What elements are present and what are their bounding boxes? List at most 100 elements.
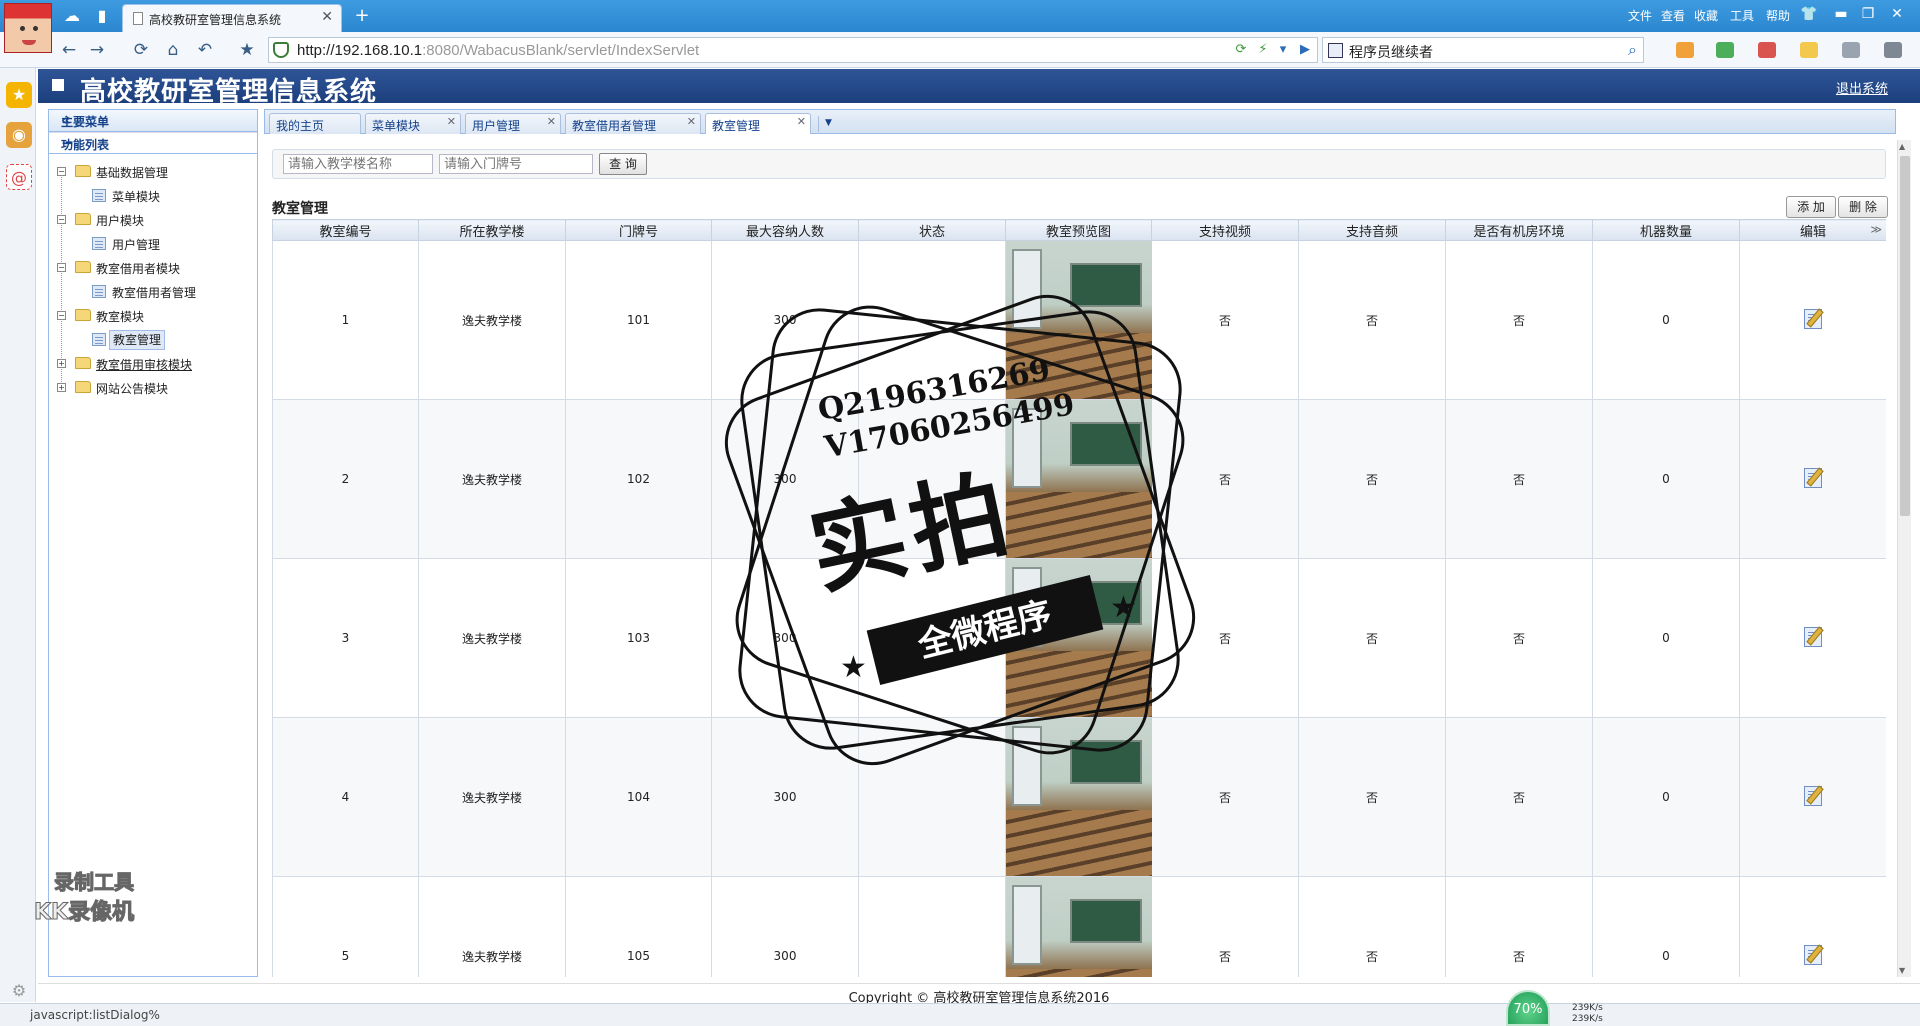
column-header[interactable]: 最大容纳人数 bbox=[711, 219, 859, 241]
apps-icon[interactable] bbox=[1676, 42, 1694, 58]
tree-node-borrow-review-module[interactable]: + 教室借用审核模块 bbox=[49, 352, 257, 376]
menu-favorites[interactable]: 收藏 bbox=[1694, 7, 1718, 24]
tree-node-user-management[interactable]: 用户管理 bbox=[49, 232, 257, 256]
building-name-input[interactable] bbox=[283, 154, 433, 174]
tab-user-management[interactable]: 用户管理 ✕ bbox=[465, 113, 561, 134]
room-number-input[interactable] bbox=[439, 154, 593, 174]
lightning-icon[interactable]: ⚡ bbox=[1255, 42, 1271, 58]
security-icon[interactable] bbox=[1716, 42, 1734, 58]
collapse-toggle-icon[interactable]: − bbox=[57, 215, 66, 224]
table-row[interactable]: 4 逸夫教学楼 104 300 否否否 0 bbox=[272, 717, 1886, 877]
query-button[interactable]: 查 询 bbox=[599, 153, 647, 175]
tab-borrower-management[interactable]: 教室借用者管理 ✕ bbox=[565, 113, 701, 134]
column-header[interactable]: 教室编号 bbox=[272, 219, 419, 241]
table-row[interactable]: 3 逸夫教学楼 103 300 否否否 0 bbox=[272, 558, 1886, 718]
collapse-list-icon[interactable]: − bbox=[61, 134, 247, 152]
reload-green-icon[interactable]: ⟳ bbox=[1233, 42, 1249, 58]
collapse-toggle-icon[interactable]: − bbox=[57, 311, 66, 320]
menu-file[interactable]: 文件 bbox=[1628, 7, 1652, 24]
forward-icon[interactable]: → bbox=[86, 40, 108, 60]
tab-menu-module[interactable]: 菜单模块 ✕ bbox=[365, 113, 461, 134]
menu-view[interactable]: 查看 bbox=[1661, 7, 1685, 24]
close-icon[interactable]: ✕ bbox=[321, 9, 333, 25]
tree-node-user-module[interactable]: − 用户模块 bbox=[49, 208, 257, 232]
edit-icon[interactable] bbox=[1804, 308, 1822, 329]
delete-button[interactable]: 删 除 bbox=[1838, 196, 1888, 218]
function-list-header[interactable]: 功能列表 − bbox=[49, 132, 257, 154]
home-icon[interactable]: ⌂ bbox=[162, 40, 184, 60]
weibo-icon[interactable]: ◉ bbox=[6, 122, 32, 148]
tab-home[interactable]: 我的主页 bbox=[269, 113, 361, 134]
logout-link[interactable]: 退出系统 bbox=[1836, 78, 1888, 97]
star-icon[interactable]: ★ bbox=[236, 40, 258, 60]
column-header[interactable]: 教室预览图 bbox=[1005, 219, 1152, 241]
tree-node-announcement-module[interactable]: + 网站公告模块 bbox=[49, 376, 257, 400]
classroom-preview-image[interactable] bbox=[1006, 241, 1152, 399]
scroll-up-icon[interactable]: ▲ bbox=[1899, 142, 1905, 151]
scroll-down-icon[interactable]: ▼ bbox=[1899, 966, 1905, 975]
cloud-icon[interactable]: ☁ bbox=[62, 6, 82, 26]
column-header[interactable]: 门牌号 bbox=[565, 219, 712, 241]
settings-gear-icon[interactable]: ⚙ bbox=[6, 978, 32, 1004]
close-window-button[interactable]: ✕ bbox=[1886, 3, 1908, 25]
classroom-preview-image[interactable] bbox=[1006, 718, 1152, 876]
back-icon[interactable]: ← bbox=[58, 40, 80, 60]
favorites-star-icon[interactable]: ★ bbox=[6, 82, 32, 108]
search-input[interactable]: 程序员继续者 ⌕ bbox=[1322, 37, 1644, 63]
menu-tools[interactable]: 工具 bbox=[1730, 7, 1754, 24]
dropdown-icon[interactable]: ▾ bbox=[1275, 42, 1291, 58]
maximize-button[interactable]: ❐ bbox=[1857, 3, 1879, 25]
scrollbar-thumb[interactable] bbox=[1900, 156, 1910, 516]
zoom-icon[interactable] bbox=[1884, 42, 1902, 58]
edit-icon[interactable] bbox=[1804, 944, 1822, 965]
add-button[interactable]: 添 加 bbox=[1786, 196, 1836, 218]
refresh-icon[interactable]: ⟳ bbox=[130, 40, 152, 60]
minimize-button[interactable]: ▬ bbox=[1830, 3, 1852, 25]
url-input[interactable]: http://192.168.10.1:8080/WabacusBlank/se… bbox=[268, 37, 1318, 63]
more-columns-icon[interactable]: ≫ bbox=[1870, 223, 1882, 236]
tree-node-menu-module[interactable]: 菜单模块 bbox=[49, 184, 257, 208]
column-header[interactable]: 编辑 ≫ bbox=[1739, 219, 1886, 241]
tab-close-icon[interactable]: ✕ bbox=[447, 115, 456, 128]
collapse-toggle-icon[interactable]: − bbox=[57, 167, 66, 176]
table-row[interactable]: 5 逸夫教学楼 105 300 否否否 0 bbox=[272, 876, 1886, 977]
sidebar-toggle-icon[interactable]: ▮ bbox=[92, 6, 112, 26]
expand-toggle-icon[interactable]: + bbox=[57, 359, 66, 368]
edit-icon[interactable] bbox=[1804, 785, 1822, 806]
column-header[interactable]: 是否有机房环境 bbox=[1445, 219, 1593, 241]
tab-close-icon[interactable]: ✕ bbox=[797, 115, 806, 128]
column-header[interactable]: 机器数量 bbox=[1592, 219, 1740, 241]
column-header[interactable]: 所在教学楼 bbox=[418, 219, 566, 241]
classroom-preview-image[interactable] bbox=[1006, 400, 1152, 558]
page-scrollbar[interactable]: ▲ ▼ bbox=[1897, 140, 1911, 977]
tree-node-basic-data[interactable]: − 基础数据管理 bbox=[49, 160, 257, 184]
table-row[interactable]: 1 逸夫教学楼 101 300 否否否 0 bbox=[272, 240, 1886, 400]
table-row[interactable]: 2 逸夫教学楼 102 300 否否否 0 bbox=[272, 399, 1886, 559]
edit-icon[interactable] bbox=[1804, 467, 1822, 488]
tab-close-icon[interactable]: ✕ bbox=[547, 115, 556, 128]
column-header[interactable]: 状态 bbox=[858, 219, 1006, 241]
speed-ball[interactable]: 70% bbox=[1506, 990, 1550, 1026]
classroom-preview-image[interactable] bbox=[1006, 877, 1152, 977]
tab-overflow-dropdown-icon[interactable]: ▼ bbox=[818, 116, 838, 132]
browser-tab[interactable]: 高校教研室管理信息系统 ✕ bbox=[122, 4, 342, 32]
avatar[interactable] bbox=[4, 3, 52, 53]
menu-help[interactable]: 帮助 bbox=[1766, 7, 1790, 24]
search-icon[interactable]: ⌕ bbox=[1628, 40, 1637, 60]
collapse-toggle-icon[interactable]: − bbox=[57, 263, 66, 272]
classroom-preview-image[interactable] bbox=[1006, 559, 1152, 717]
pdf-icon[interactable] bbox=[1758, 42, 1776, 58]
collapse-panel-icon[interactable]: « bbox=[61, 111, 247, 129]
mail-icon[interactable]: @ bbox=[6, 164, 32, 190]
go-icon[interactable]: ▶ bbox=[1297, 42, 1313, 58]
tab-close-icon[interactable]: ✕ bbox=[687, 115, 696, 128]
tree-node-classroom-management[interactable]: 教室管理 bbox=[49, 328, 257, 352]
new-tab-button[interactable]: + bbox=[350, 6, 374, 28]
tab-classroom-management[interactable]: 教室管理 ✕ bbox=[705, 113, 811, 134]
tree-node-borrower-module[interactable]: − 教室借用者模块 bbox=[49, 256, 257, 280]
screenshot-icon[interactable] bbox=[1842, 42, 1860, 58]
note-icon[interactable] bbox=[1800, 42, 1818, 58]
column-header[interactable]: 支持音频 bbox=[1298, 219, 1446, 241]
skin-icon[interactable]: 👕 bbox=[1798, 3, 1820, 25]
expand-toggle-icon[interactable]: + bbox=[57, 383, 66, 392]
